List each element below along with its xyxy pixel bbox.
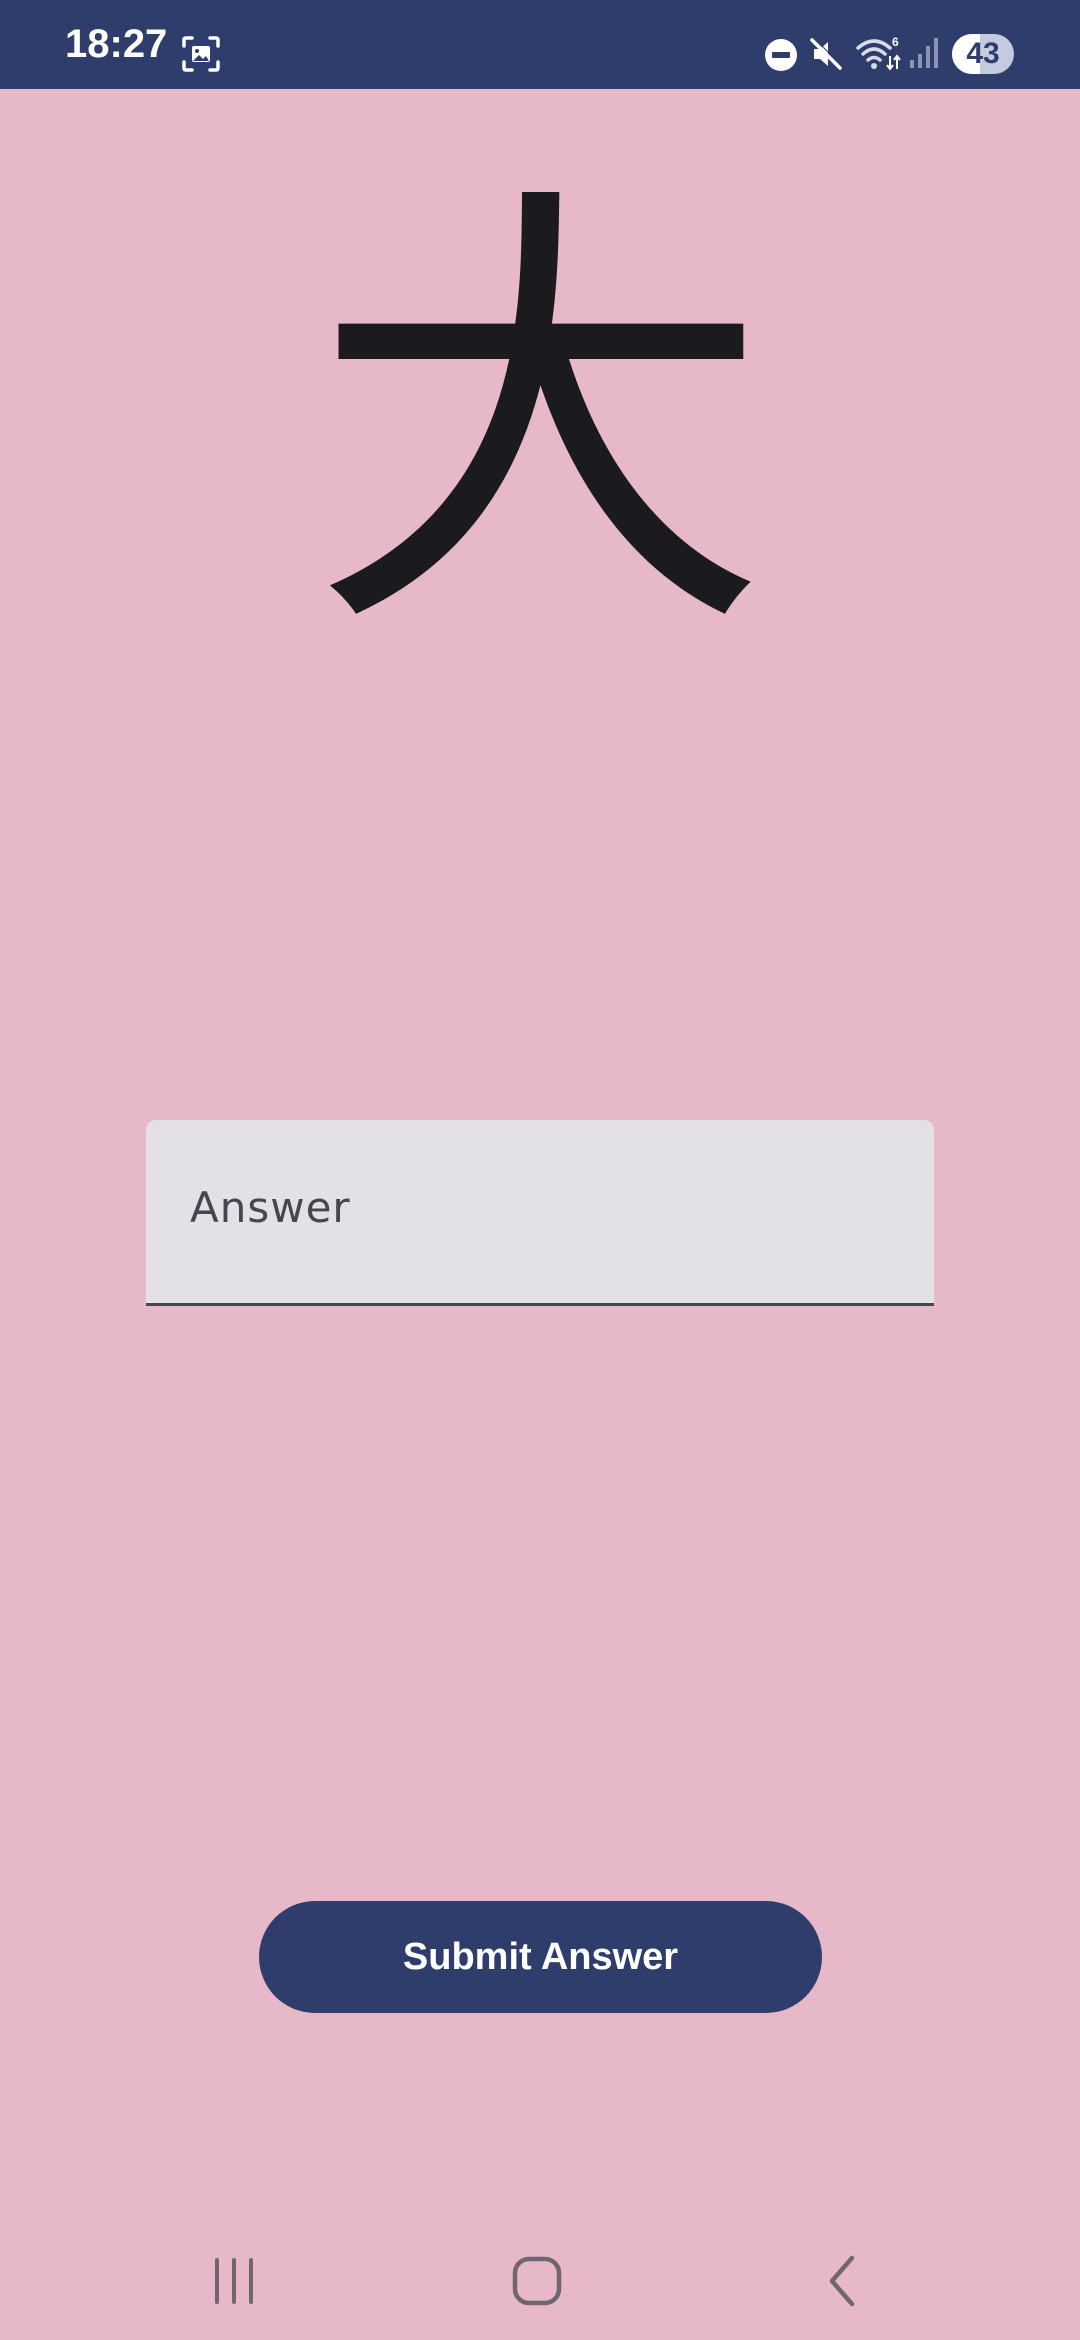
- status-time: 18:27: [65, 22, 168, 66]
- svg-text:6: 6: [892, 35, 899, 49]
- battery-icon: 43: [952, 34, 1014, 74]
- recent-apps-icon[interactable]: [184, 2240, 284, 2320]
- screenshot-icon: [182, 36, 220, 72]
- kanji-character: 大: [310, 152, 770, 687]
- battery-level: 43: [966, 37, 1000, 70]
- wifi-icon: 6: [856, 35, 901, 71]
- submit-answer-button[interactable]: Submit Answer: [259, 1901, 822, 2013]
- home-icon[interactable]: [486, 2240, 586, 2320]
- mute-icon: [810, 37, 843, 70]
- signal-icon: [910, 38, 938, 68]
- navigation-bar: [0, 2220, 1080, 2340]
- answer-input[interactable]: [190, 1172, 890, 1242]
- answer-field[interactable]: [146, 1120, 934, 1306]
- status-bar: 18:27 6 43: [0, 0, 1080, 89]
- back-icon[interactable]: [790, 2240, 890, 2320]
- do-not-disturb-icon: [765, 39, 797, 71]
